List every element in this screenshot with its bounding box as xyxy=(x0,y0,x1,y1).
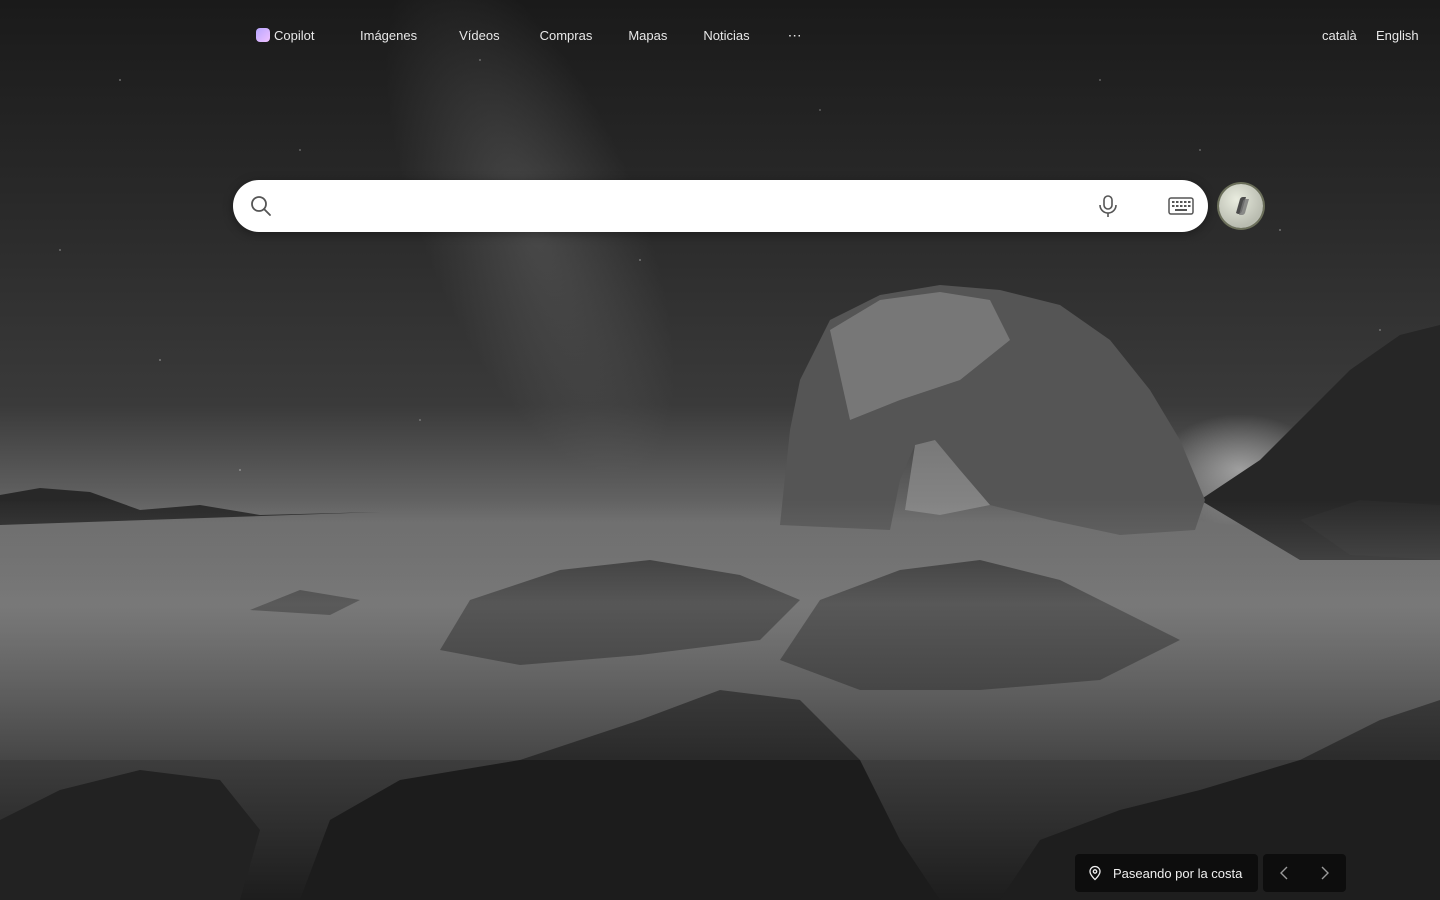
nav-compras[interactable]: Compras xyxy=(536,22,597,48)
search-icon[interactable] xyxy=(249,194,273,218)
copilot-search-button[interactable] xyxy=(1219,184,1263,228)
language-english-label: English xyxy=(1376,27,1419,43)
search-bar xyxy=(233,180,1208,232)
image-caption-button[interactable]: Paseando por la costa xyxy=(1075,854,1258,892)
background-landscape xyxy=(0,285,1440,900)
background-stars xyxy=(0,0,1440,900)
nav-noticias-label: Noticias xyxy=(703,27,750,43)
top-navigation: Copilot Imágenes Vídeos Compras Mapas No… xyxy=(252,22,807,48)
search-input[interactable] xyxy=(281,194,1075,220)
copilot-icon xyxy=(1236,197,1249,215)
nav-imagenes-label: Imágenes xyxy=(360,27,418,43)
nav-videos-label: Vídeos xyxy=(459,27,500,43)
copilot-icon xyxy=(256,28,270,42)
language-catala-link[interactable]: català xyxy=(1322,22,1357,48)
nav-mapas-label: Mapas xyxy=(628,27,668,43)
nav-videos[interactable]: Vídeos xyxy=(455,22,503,48)
microphone-icon[interactable] xyxy=(1095,193,1121,219)
language-english-link[interactable]: English xyxy=(1376,22,1419,48)
previous-image-button[interactable] xyxy=(1274,863,1294,883)
nav-more-button[interactable]: ⋯ xyxy=(784,22,807,48)
location-pin-icon xyxy=(1089,865,1101,881)
nav-compras-label: Compras xyxy=(539,27,593,43)
nav-copilot[interactable]: Copilot xyxy=(252,22,320,48)
nav-noticias[interactable]: Noticias xyxy=(699,22,753,48)
keyboard-icon[interactable] xyxy=(1167,194,1195,218)
chevron-left-icon xyxy=(1279,866,1288,880)
chevron-right-icon xyxy=(1321,866,1330,880)
nav-mapas[interactable]: Mapas xyxy=(624,22,671,48)
next-image-button[interactable] xyxy=(1315,863,1335,883)
nav-imagenes[interactable]: Imágenes xyxy=(356,22,421,48)
nav-copilot-label: Copilot xyxy=(274,27,315,43)
background-milky-way xyxy=(323,0,737,521)
more-icon: ⋯ xyxy=(787,26,803,43)
image-caption-text: Paseando por la costa xyxy=(1113,865,1243,881)
background-mist xyxy=(0,500,1440,760)
background-navigation xyxy=(1263,854,1346,892)
language-catala-label: català xyxy=(1322,27,1357,43)
